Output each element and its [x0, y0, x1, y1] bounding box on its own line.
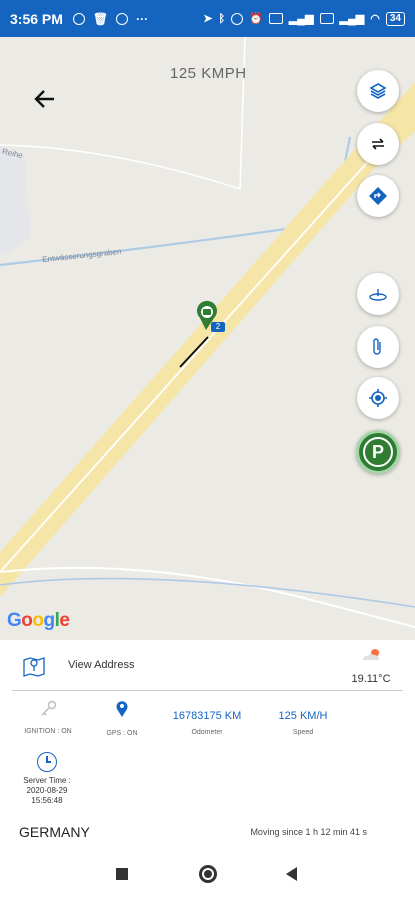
status-time: 3:56 PM	[10, 10, 63, 27]
parking-icon: P	[363, 437, 393, 467]
weather-icon	[363, 649, 379, 660]
geofence-icon	[369, 289, 387, 301]
server-time: Server Time : 2020-08-29 15:56:48	[14, 752, 80, 806]
odometer-label: Odometer	[191, 729, 223, 736]
home-button[interactable]	[199, 865, 217, 883]
temperature: 19.11°C	[351, 673, 391, 685]
ignition-stat: IGNITION : ON	[22, 700, 74, 735]
vowifi-icon	[268, 13, 283, 24]
directions-button[interactable]	[357, 175, 399, 217]
divider	[12, 690, 403, 691]
vehicle-marker[interactable]: 2	[192, 300, 232, 340]
system-icons: ➤ ᛒ ⏰ ▂▄▆ ▂▄▆ ◠ 34	[203, 11, 405, 26]
location-icon: ➤	[203, 13, 213, 25]
speed-label-text: Speed	[292, 729, 314, 736]
map-pin-icon	[23, 657, 45, 677]
swap-button[interactable]	[357, 123, 399, 165]
bus-marker-icon	[197, 300, 217, 330]
clock-icon	[37, 752, 57, 772]
parking-button[interactable]: P	[356, 430, 400, 474]
gps-pin-icon	[116, 701, 128, 717]
odometer-value: 16783175 KM	[172, 710, 242, 722]
speed-label: 125 KMPH	[170, 65, 247, 82]
my-location-button[interactable]	[357, 377, 399, 419]
layers-icon	[369, 83, 387, 99]
trash-icon: 🗑	[92, 11, 109, 26]
back-button[interactable]	[28, 82, 62, 116]
bluetooth-icon: ᛒ	[218, 12, 226, 25]
server-time-time: 15:56:48	[31, 796, 63, 805]
volte-icon	[319, 13, 334, 24]
server-time-date: 2020-08-29	[26, 786, 68, 795]
more-icon: ···	[136, 11, 149, 26]
vehicle-count-badge: 2	[211, 322, 225, 332]
signal-icon: ▂▄▆	[288, 13, 314, 25]
odometer-stat: 16783175 KM Odometer	[167, 710, 247, 736]
attachment-button[interactable]	[357, 326, 399, 368]
speed-value: 125 KM/H	[278, 710, 328, 722]
recents-button[interactable]	[116, 868, 128, 880]
messenger-icon	[116, 12, 129, 25]
google-logo: Google	[7, 610, 70, 631]
view-address-link[interactable]: View Address	[68, 659, 134, 671]
eye-icon	[231, 12, 244, 25]
swap-icon	[372, 138, 384, 150]
directions-icon	[369, 187, 387, 205]
android-nav-bar	[0, 850, 415, 900]
whatsapp-icon	[72, 12, 85, 25]
status-bar: 3:56 PM 🗑 ··· ➤ ᛒ ⏰ ▂▄▆ ▂▄▆ ◠ 34	[0, 0, 415, 37]
weather: 19.11°C	[351, 648, 391, 685]
speed-stat: 125 KM/H Speed	[269, 710, 337, 736]
ignition-label: IGNITION : ON	[24, 728, 72, 735]
country-label: GERMANY	[19, 824, 90, 840]
moving-since-label: Moving since 1 h 12 min 41 s	[250, 827, 367, 837]
back-nav-button[interactable]	[286, 867, 297, 881]
arrow-left-icon	[34, 90, 54, 108]
map-view[interactable]: Reihe Entwässerungsgraben 125 KMPH 2 P G…	[0, 37, 415, 640]
key-icon	[41, 700, 57, 716]
battery-icon: 34	[385, 11, 405, 26]
alarm-icon: ⏰	[249, 13, 263, 25]
geofence-button[interactable]	[357, 273, 399, 315]
address-row[interactable]: View Address 19.11°C	[0, 640, 415, 690]
attachment-icon	[373, 338, 381, 355]
signal-icon: ▂▄▆	[339, 13, 365, 25]
server-time-label: Server Time :	[23, 776, 71, 785]
gps-label: GPS : ON	[106, 730, 138, 737]
wifi-icon: ◠	[370, 13, 380, 25]
layers-button[interactable]	[357, 70, 399, 112]
gps-stat: GPS : ON	[98, 700, 146, 737]
notification-icons: 🗑 ···	[72, 11, 149, 26]
stats-row: IGNITION : ON GPS : ON 16783175 KM Odome…	[0, 700, 415, 750]
my-location-icon	[369, 389, 387, 407]
vehicle-info-panel: View Address 19.11°C IGNITION : ON GPS :…	[0, 640, 415, 850]
